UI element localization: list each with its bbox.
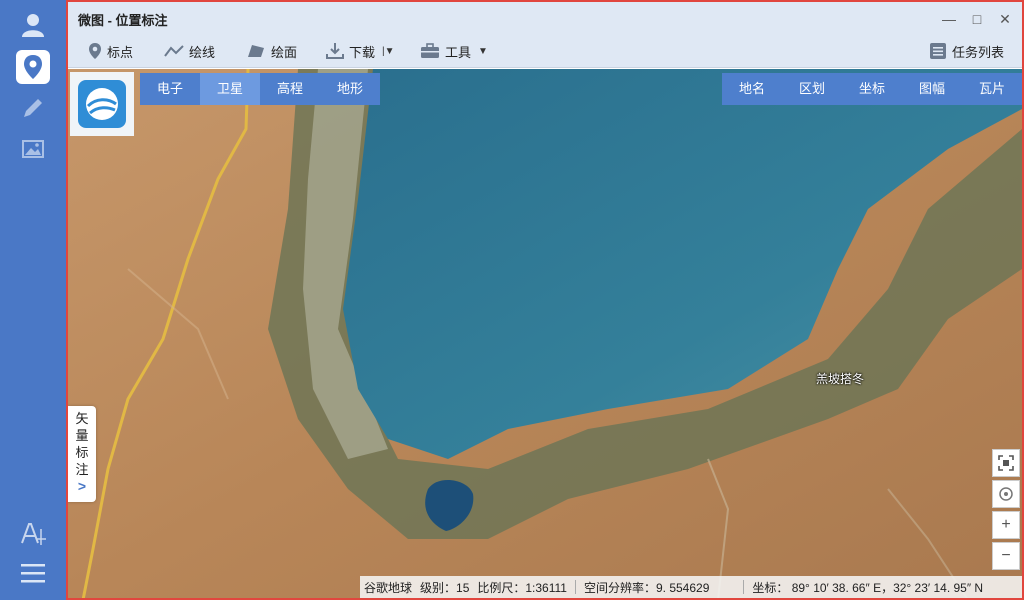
download-dropdown-icon[interactable]: |▼ xyxy=(382,46,395,57)
globe-logo-icon xyxy=(78,80,126,128)
tools-label: 工具 xyxy=(445,44,472,60)
draw-line-button[interactable]: 绘线 xyxy=(164,39,215,63)
minimize-button[interactable]: — xyxy=(938,8,960,30)
tab-terrain[interactable]: 地形 xyxy=(320,73,380,105)
tools-dropdown-icon: ▼ xyxy=(478,45,488,57)
map-canvas[interactable]: 电子 卫星 高程 地形 地名 区划 坐标 图幅 瓦片 羔坡搭冬 矢 量 标 注 … xyxy=(68,69,1022,598)
app-logo xyxy=(70,72,134,136)
image-icon xyxy=(22,140,44,158)
overlay-tabs: 地名 区划 坐标 图幅 瓦片 xyxy=(722,73,1022,105)
chevron-right-icon: > xyxy=(77,478,87,494)
place-label: 羔坡搭冬 xyxy=(816,372,865,386)
maximize-button[interactable]: □ xyxy=(966,8,988,30)
tab-districts[interactable]: 区划 xyxy=(782,73,842,105)
title-bar: 微图 - 位置标注 — □ ✕ xyxy=(68,2,1022,34)
polyline-icon xyxy=(164,45,184,57)
text-cursor-icon xyxy=(21,523,46,545)
gallery-button[interactable] xyxy=(16,132,50,166)
status-resolution: 空间分辨率：9. 554629 xyxy=(583,580,710,595)
location-pin-icon xyxy=(24,55,42,79)
status-scale: 比例尺：1:36111 xyxy=(477,580,567,595)
draw-polygon-label: 绘面 xyxy=(271,44,298,60)
status-bar: 谷歌地球 级别：15 比例尺：1:36111 空间分辨率：9. 554629 坐… xyxy=(360,576,1022,598)
text-tool-button[interactable] xyxy=(16,517,50,551)
status-level: 级别：15 xyxy=(420,580,470,595)
fullscreen-button[interactable] xyxy=(992,449,1020,477)
tab-tiles[interactable]: 瓦片 xyxy=(962,73,1022,105)
app-window: 微图 - 位置标注 — □ ✕ 标点 绘线 绘面 下载 |▼ 工具 ▼ 任务列表… xyxy=(66,0,1024,600)
download-label: 下载 xyxy=(349,44,376,60)
status-source: 谷歌地球 xyxy=(364,580,413,595)
mark-point-label: 标点 xyxy=(107,44,134,60)
status-divider xyxy=(574,580,576,594)
draw-button[interactable] xyxy=(16,91,50,125)
mark-point-button[interactable]: 标点 xyxy=(88,39,133,63)
left-rail xyxy=(0,0,66,600)
fullscreen-icon xyxy=(998,455,1014,471)
vector-panel-char: 注 xyxy=(75,462,89,477)
download-icon xyxy=(326,43,344,59)
draw-line-label: 绘线 xyxy=(189,44,216,60)
vector-annotation-toggle[interactable]: 矢 量 标 注 > xyxy=(68,406,96,502)
vector-panel-char: 量 xyxy=(75,428,89,443)
satellite-imagery xyxy=(68,69,1022,598)
draw-polygon-button[interactable]: 绘面 xyxy=(246,39,297,63)
locate-button[interactable] xyxy=(992,480,1020,508)
pencil-icon xyxy=(24,99,42,117)
tab-electronic[interactable]: 电子 xyxy=(140,73,200,105)
tools-button[interactable]: 工具 ▼ xyxy=(420,39,488,63)
toolbox-icon xyxy=(421,43,439,58)
window-title: 微图 - 位置标注 xyxy=(78,13,168,28)
hamburger-menu-icon xyxy=(21,564,45,583)
toolbar: 标点 绘线 绘面 下载 |▼ 工具 ▼ 任务列表 xyxy=(68,34,1022,68)
menu-button[interactable] xyxy=(16,556,50,590)
vector-panel-char: 标 xyxy=(75,445,89,460)
zoom-out-button[interactable]: − xyxy=(992,542,1020,570)
download-button[interactable]: 下载 |▼ xyxy=(326,39,395,63)
tab-coordinates[interactable]: 坐标 xyxy=(842,73,902,105)
crosshair-icon xyxy=(999,487,1013,501)
polygon-icon xyxy=(248,45,264,57)
user-icon xyxy=(22,14,44,37)
close-button[interactable]: ✕ xyxy=(994,8,1016,30)
list-icon xyxy=(929,43,946,59)
status-divider xyxy=(743,580,745,594)
base-layer-tabs: 电子 卫星 高程 地形 xyxy=(140,73,380,105)
vector-panel-char: 矢 xyxy=(75,411,89,426)
task-list-button[interactable]: 任务列表 xyxy=(929,39,1004,63)
tab-map-sheets[interactable]: 图幅 xyxy=(902,73,962,105)
status-coordinates: 坐标： 89° 10′ 38. 66″ E，32° 23′ 14. 95″ N xyxy=(752,580,984,595)
tab-place-names[interactable]: 地名 xyxy=(722,73,782,105)
location-button[interactable] xyxy=(16,50,50,84)
task-list-label: 任务列表 xyxy=(951,44,1004,60)
user-button[interactable] xyxy=(16,8,50,42)
zoom-in-button[interactable]: + xyxy=(992,511,1020,539)
tab-satellite[interactable]: 卫星 xyxy=(200,73,260,105)
pin-icon xyxy=(89,43,101,59)
tab-elevation[interactable]: 高程 xyxy=(260,73,320,105)
